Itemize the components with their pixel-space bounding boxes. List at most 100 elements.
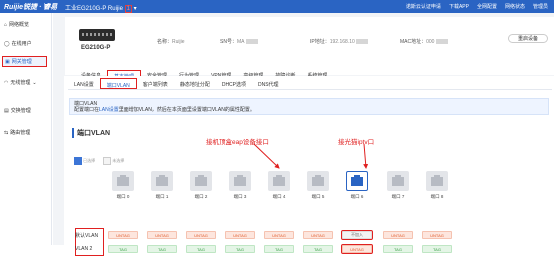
device-title[interactable]: 工业EG210G-P Ruijie 1 ▾ xyxy=(65,3,137,13)
info-notice: 端口VLAN 配置端口在LAN设置里面增加VLAN，然后在本页面里设置端口VLA… xyxy=(69,98,549,115)
port-label: 端口 1 xyxy=(155,194,169,199)
lan-settings-link[interactable]: LAN设置 xyxy=(99,107,119,113)
vlan-cell-select[interactable]: TAG xyxy=(422,245,452,253)
subtab-0[interactable]: LAN设置 xyxy=(68,78,100,89)
vlan-cell-select[interactable]: UNTAG xyxy=(264,231,294,239)
vlan-cell-select[interactable]: UNTAG xyxy=(383,231,413,239)
vlan-cell-select[interactable]: UNTAG xyxy=(186,231,216,239)
vlan-cell-select[interactable]: UNTAG xyxy=(147,231,177,239)
port-jack xyxy=(312,174,324,186)
sidebar-item-gateway[interactable]: ▣ 网关管理 xyxy=(2,56,47,67)
sidebar-item-overview[interactable]: ⌂ 网络概览 xyxy=(2,19,29,30)
device-mac: MAC地址：000 xyxy=(400,38,448,45)
port-7[interactable]: 端口 7 xyxy=(387,171,409,200)
subtab-5[interactable]: DNS代理 xyxy=(252,78,285,89)
sidebar: ⌂ 网络概览 ◯ 在线用户 ▣ 网关管理 ◠ 无线管理 ⌄ ▤ 交换管理 ⇆ 路… xyxy=(0,13,52,245)
ethernet-port-icon xyxy=(229,171,251,191)
arrow-to-port xyxy=(253,143,280,169)
vlan-cell-select[interactable]: UNTAG xyxy=(108,231,138,239)
vlan-cell-select[interactable]: TAG xyxy=(225,245,255,253)
port-8[interactable]: 端口 8 xyxy=(426,171,448,200)
port-5[interactable]: 端口 5 xyxy=(307,171,329,200)
legend-selected: 已选择 xyxy=(74,157,95,165)
port-jack xyxy=(195,174,207,186)
sidebar-item-route[interactable]: ⇆ 路由管理 xyxy=(2,127,30,138)
divider xyxy=(44,3,45,10)
port-1[interactable]: 端口 1 xyxy=(151,171,173,200)
subtab-1[interactable]: 端口VLAN xyxy=(99,78,137,89)
sidebar-item-switch[interactable]: ▤ 交换管理 xyxy=(2,105,31,116)
download-app-link[interactable]: 下载APP xyxy=(449,3,469,10)
device-model: EG210G-P xyxy=(81,45,111,51)
vlan-cell-select[interactable]: 不加入 xyxy=(341,230,373,240)
port-jack xyxy=(351,174,363,186)
network-status-link[interactable]: 网络状态 xyxy=(505,3,525,10)
vlan-cell-select[interactable]: TAG xyxy=(147,245,177,253)
vlan-cell-select[interactable]: UNTAG xyxy=(422,231,452,239)
unselected-swatch xyxy=(103,157,112,165)
port-6[interactable]: 端口 6 xyxy=(346,171,368,200)
port-label: 端口 8 xyxy=(430,194,444,199)
ethernet-port-icon xyxy=(307,171,329,191)
device-sn: SN号：MA xyxy=(220,38,258,45)
top-actions: 诺斯云认证申请 下载APP 全网配置 网络状态 管理员 xyxy=(406,3,548,10)
port-label: 端口 0 xyxy=(116,194,130,199)
port-jack xyxy=(117,174,129,186)
selected-swatch xyxy=(74,157,82,165)
chevron-down-icon[interactable]: ▾ xyxy=(134,6,137,12)
ethernet-port-icon xyxy=(151,171,173,191)
subtab-3[interactable]: 静态地址分配 xyxy=(174,78,216,89)
vlan-cell-select[interactable]: TAG xyxy=(383,245,413,253)
port-label: 端口 5 xyxy=(311,194,325,199)
switch-icon: ▤ xyxy=(4,107,9,114)
port-jack xyxy=(156,174,168,186)
vlan-cell-select[interactable]: TAG xyxy=(264,245,294,253)
ethernet-port-icon xyxy=(268,171,290,191)
subtab-4[interactable]: DHCP选项 xyxy=(216,78,252,89)
port-3[interactable]: 端口 3 xyxy=(229,171,251,200)
user-icon: ◯ xyxy=(4,40,10,47)
network-config-link[interactable]: 全网配置 xyxy=(477,3,497,10)
vlan-cell-select[interactable]: UNTAG xyxy=(225,231,255,239)
vlan-cell-select[interactable]: UNTAG xyxy=(303,231,333,239)
sidebar-item-wireless[interactable]: ◠ 无线管理 ⌄ xyxy=(2,77,37,88)
top-bar: Ruijie锐捷 · 睿易 工业EG210G-P Ruijie 1 ▾ 诺斯云认… xyxy=(0,0,554,13)
port-label: 端口 3 xyxy=(233,194,247,199)
port-jack xyxy=(392,174,404,186)
annotation-ap-port: 接机顶盒eap设备接口 xyxy=(206,139,269,146)
ethernet-port-icon xyxy=(112,171,134,191)
reboot-button[interactable]: 重启设备 xyxy=(508,34,548,43)
subtab-2[interactable]: 客户端列表 xyxy=(137,78,174,89)
device-badge: 1 xyxy=(124,5,132,13)
port-4[interactable]: 端口 4 xyxy=(268,171,290,200)
vlan-cell-select[interactable]: UNTAG xyxy=(341,244,373,254)
port-label: 端口 6 xyxy=(350,194,364,199)
device-card: EG210G-P 名称：Ruijie SN号：MA IP地址：192.168.1… xyxy=(65,17,554,75)
content-panel: LAN设置 端口VLAN 客户端列表 静态地址分配 DHCP选项 DNS代理 端口VLAN… xyxy=(64,76,554,256)
sidebar-item-online-users[interactable]: ◯ 在线用户 xyxy=(2,38,32,49)
port-label: 端口 4 xyxy=(272,194,286,199)
vlan-cell-select[interactable]: TAG xyxy=(108,245,138,253)
port-2[interactable]: 端口 2 xyxy=(190,171,212,200)
vlan-row-label: VLAN 2 xyxy=(75,246,93,252)
wifi-icon: ◠ xyxy=(4,79,9,86)
port-jack xyxy=(431,174,443,186)
port-label: 端口 2 xyxy=(194,194,208,199)
section-title: 端口VLAN xyxy=(72,128,110,138)
admin-link[interactable]: 管理员 xyxy=(533,3,548,10)
port-jack xyxy=(234,174,246,186)
router-icon: ▣ xyxy=(5,58,10,65)
device-ip: IP地址：192.168.10 xyxy=(310,38,369,45)
port-0[interactable]: 端口 0 xyxy=(112,171,134,200)
device-alias: 名称：Ruijie xyxy=(157,39,185,45)
cloud-auth-link[interactable]: 诺斯云认证申请 xyxy=(406,3,441,10)
ethernet-port-icon xyxy=(190,171,212,191)
arrow-to-iptv-port xyxy=(363,143,369,169)
vlan-cell-select[interactable]: TAG xyxy=(186,245,216,253)
legend-unselected: 未选择 xyxy=(103,157,124,165)
vlan-cell-select[interactable]: TAG xyxy=(303,245,333,253)
secondary-tabs: LAN设置 端口VLAN 客户端列表 静态地址分配 DHCP选项 DNS代理 xyxy=(68,78,552,90)
route-icon: ⇆ xyxy=(4,129,9,136)
chevron-down-icon: ⌄ xyxy=(32,79,37,86)
port-jack xyxy=(273,174,285,186)
